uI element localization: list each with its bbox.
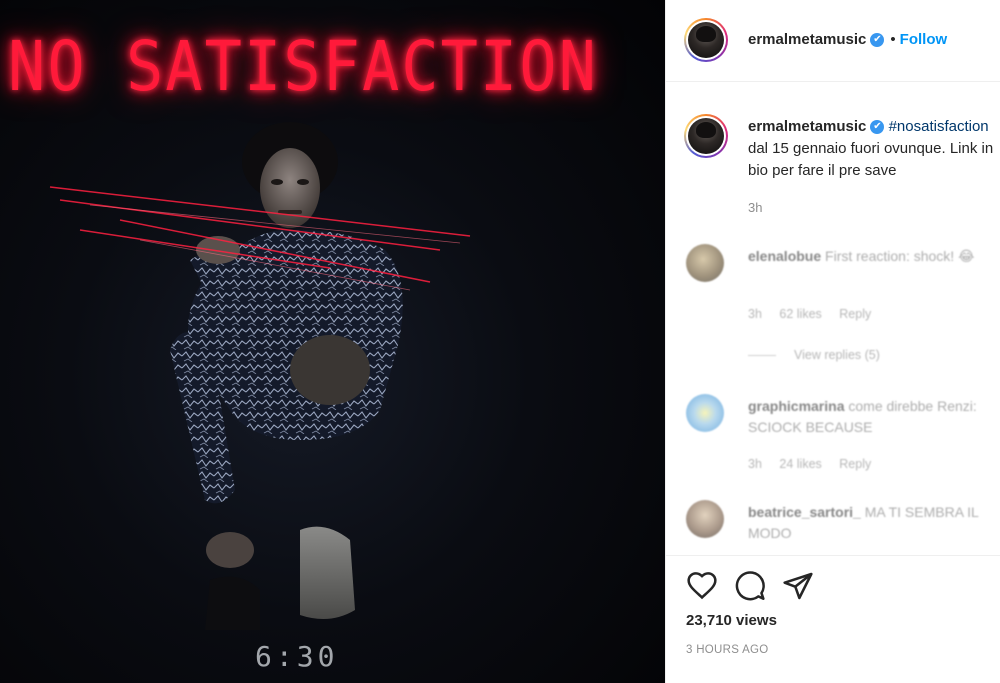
comment-body: beatrice_sartori_ MA TI SEMBRA IL MODO	[748, 502, 1000, 544]
share-icon[interactable]	[782, 570, 814, 602]
caption-avatar[interactable]	[684, 114, 728, 158]
post-sidebar: ermalmetamusic ✔ • Follow ermalmetamusic ✔ #…	[665, 0, 1000, 683]
comment-text: First reaction: shock! 😂	[825, 248, 975, 264]
laser-beams	[49, 186, 471, 291]
post-header: ermalmetamusic ✔ • Follow	[666, 0, 1000, 82]
avatar-image	[688, 118, 724, 154]
header-avatar[interactable]	[684, 18, 728, 62]
heart-icon[interactable]	[686, 570, 718, 602]
commenter-avatar[interactable]	[686, 394, 724, 432]
view-count[interactable]: 23,710 views	[686, 612, 777, 629]
verified-icon: ✔	[870, 120, 885, 135]
comment-likes[interactable]: 24 likes	[779, 457, 821, 471]
caption-username[interactable]: ermalmetamusic	[748, 118, 866, 135]
view-replies-label: View replies (5)	[794, 348, 880, 362]
caption-hashtag[interactable]: #nosatisfaction	[889, 118, 989, 135]
comment-time[interactable]: 3h	[748, 307, 762, 321]
comment-meta: 3h 62 likes Reply	[748, 307, 885, 321]
header-username[interactable]: ermalmetamusic	[748, 31, 866, 48]
commenter-avatar[interactable]	[686, 244, 724, 282]
comment-time[interactable]: 3h	[748, 457, 762, 471]
comment-username[interactable]: beatrice_sartori_	[748, 504, 861, 520]
verified-icon: ✔	[870, 32, 885, 47]
follow-button[interactable]: Follow	[900, 31, 948, 48]
comment-icon[interactable]	[734, 570, 766, 602]
view-replies-button[interactable]: View replies (5)	[748, 348, 894, 362]
reply-button[interactable]: Reply	[839, 307, 871, 321]
video-counter: 6:30	[255, 640, 339, 673]
caption-time[interactable]: 3h	[748, 200, 762, 215]
comment-body: elenalobue First reaction: shock! 😂	[748, 246, 1000, 267]
comment-username[interactable]: graphicmarina	[748, 398, 844, 414]
comment-meta: 3h 24 likes Reply	[748, 457, 885, 471]
caption-text: ermalmetamusic ✔ #nosatisfaction dal 15 g…	[748, 116, 1000, 182]
post-media[interactable]: NO SATISFACTION 6:30	[0, 0, 665, 683]
avatar-image	[688, 22, 724, 58]
caption-body: dal 15 gennaio fuori ovunque. Link in bi…	[748, 140, 994, 179]
reply-button[interactable]: Reply	[839, 457, 871, 471]
comment-body: graphicmarina come direbbe Renzi: SCIOCK…	[748, 396, 1000, 438]
replies-line	[748, 355, 776, 357]
comment-likes[interactable]: 62 likes	[779, 307, 821, 321]
commenter-avatar[interactable]	[686, 500, 724, 538]
separator-dot: •	[890, 31, 896, 48]
post-actions: 23,710 views 3 HOURS AGO	[666, 555, 1000, 683]
post-time-ago[interactable]: 3 HOURS AGO	[686, 644, 769, 656]
comment-username[interactable]: elenalobue	[748, 248, 821, 264]
